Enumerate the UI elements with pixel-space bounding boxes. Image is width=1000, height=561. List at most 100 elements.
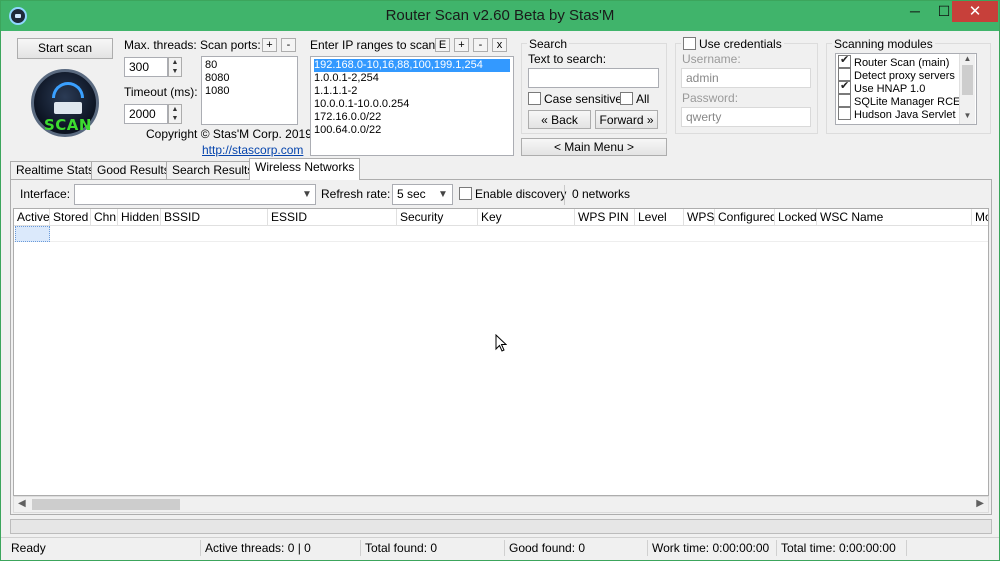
search-input[interactable]	[528, 68, 659, 88]
checkbox-checked-icon[interactable]	[838, 80, 851, 94]
scan-logo: SCAN	[31, 69, 99, 137]
column-header-essid[interactable]: ESSID	[268, 209, 397, 226]
column-header-wps-pin[interactable]: WPS PIN	[575, 209, 635, 226]
list-item[interactable]: 192.168.0-10,16,88,100,199.1,254	[314, 59, 510, 72]
clear-ranges-button[interactable]: x	[492, 38, 507, 52]
mouse-cursor-icon	[495, 334, 507, 352]
forward-button[interactable]: Forward »	[595, 110, 658, 129]
scroll-up-icon[interactable]: ▲	[960, 54, 975, 63]
password-label: Password:	[682, 91, 739, 105]
column-header-active[interactable]: Active	[14, 209, 50, 226]
module-item[interactable]: Hudson Java Servlet	[838, 107, 974, 121]
timeout-input[interactable]: 2000	[124, 104, 168, 124]
checkbox-icon[interactable]	[838, 107, 851, 120]
tab-wireless-networks[interactable]: Wireless Networks	[249, 158, 361, 180]
table-row[interactable]	[14, 226, 988, 242]
list-item[interactable]: 80	[205, 59, 294, 72]
up-arrow-icon[interactable]: ▲	[169, 58, 181, 67]
down-arrow-icon[interactable]: ▼	[169, 67, 181, 76]
enable-discovery-checkbox[interactable]: Enable discovery	[459, 187, 566, 201]
checkbox-checked-icon[interactable]	[838, 54, 851, 68]
scroll-left-icon[interactable]: ◀	[18, 498, 26, 509]
case-sensitive-checkbox[interactable]: Case sensitive	[528, 92, 622, 106]
minimize-button[interactable]: ─	[901, 1, 929, 22]
chevron-down-icon[interactable]: ▼	[302, 189, 312, 200]
status-good-found: Good found: 0	[505, 540, 648, 556]
chevron-down-icon[interactable]: ▼	[438, 189, 448, 200]
column-header-bssid[interactable]: BSSID	[161, 209, 268, 226]
copyright-text: Copyright © Stas'M Corp. 2019	[146, 127, 312, 141]
search-all-checkbox[interactable]: All	[620, 92, 649, 106]
selected-cell[interactable]	[15, 226, 50, 242]
module-item[interactable]: Use HNAP 1.0	[838, 80, 974, 95]
modules-scrollbar[interactable]: ▲ ▼	[959, 54, 975, 124]
checkbox-icon[interactable]	[528, 92, 541, 105]
remove-range-button[interactable]: -	[473, 38, 488, 52]
checkbox-icon[interactable]	[683, 37, 696, 50]
window-title: Router Scan v2.60 Beta by Stas'M	[385, 7, 615, 24]
modules-list[interactable]: Router Scan (main) Detect proxy servers …	[835, 53, 977, 125]
column-header-wps[interactable]: WPS	[684, 209, 715, 226]
tab-search-results[interactable]: Search Results	[166, 161, 260, 179]
username-field[interactable]: admin	[681, 68, 811, 88]
list-item[interactable]: 172.16.0.0/22	[314, 111, 510, 124]
main-menu-button[interactable]: < Main Menu >	[521, 138, 667, 156]
list-item[interactable]: 8080	[205, 72, 294, 85]
column-header-security[interactable]: Security	[397, 209, 478, 226]
column-header-locked[interactable]: Locked	[775, 209, 817, 226]
back-button[interactable]: « Back	[528, 110, 591, 129]
column-header-level[interactable]: Level	[635, 209, 684, 226]
modules-group-title: Scanning modules	[832, 37, 935, 51]
tab-realtime-stats[interactable]: Realtime Stats	[10, 161, 101, 179]
scroll-right-icon[interactable]: ▶	[976, 498, 984, 509]
max-threads-spinner[interactable]: ▲ ▼	[168, 57, 182, 77]
ports-list[interactable]: 80 8080 1080	[201, 56, 298, 125]
checkbox-icon[interactable]	[459, 187, 472, 200]
timeout-spinner[interactable]: ▲ ▼	[168, 104, 182, 124]
status-total-found: Total found: 0	[361, 540, 505, 556]
website-link[interactable]: http://stascorp.com	[202, 143, 303, 157]
horizontal-scrollbar[interactable]: ◀ ▶	[13, 496, 989, 513]
ip-ranges-list[interactable]: 192.168.0-10,16,88,100,199.1,254 1.0.0.1…	[310, 56, 514, 156]
tab-good-results[interactable]: Good Results	[91, 161, 176, 179]
refresh-rate-label: Refresh rate:	[321, 187, 391, 201]
list-item[interactable]: 1.1.1.1-2	[314, 85, 510, 98]
add-range-button[interactable]: +	[454, 38, 469, 52]
status-total-time: Total time: 0:00:00:00	[777, 540, 907, 556]
case-sensitive-label: Case sensitive	[544, 92, 623, 106]
module-item[interactable]: Detect proxy servers	[838, 68, 974, 82]
interface-select[interactable]	[74, 184, 316, 205]
list-item[interactable]: 100.64.0.0/22	[314, 124, 510, 137]
list-item[interactable]: 10.0.0.1-10.0.0.254	[314, 98, 510, 111]
module-item[interactable]: Router Scan (main)	[838, 54, 974, 69]
start-scan-button[interactable]: Start scan	[17, 38, 113, 59]
module-item[interactable]: SQLite Manager RCE	[838, 94, 974, 108]
status-active-threads: Active threads: 0 | 0	[201, 540, 361, 556]
use-credentials-label: Use credentials	[699, 37, 782, 51]
remove-port-button[interactable]: -	[281, 38, 296, 52]
scroll-thumb[interactable]	[962, 65, 973, 95]
up-arrow-icon[interactable]: ▲	[169, 105, 181, 114]
column-header-wsc-name[interactable]: WSC Name	[817, 209, 972, 226]
list-item[interactable]: 1.0.0.1-2,254	[314, 72, 510, 85]
edit-range-button[interactable]: E	[435, 38, 450, 52]
scroll-thumb[interactable]	[32, 499, 180, 510]
checkbox-icon[interactable]	[838, 94, 851, 107]
scroll-down-icon[interactable]: ▼	[960, 111, 975, 120]
column-header-stored[interactable]: Stored	[50, 209, 91, 226]
max-threads-label: Max. threads:	[124, 38, 197, 52]
list-item[interactable]: 1080	[205, 85, 294, 98]
add-port-button[interactable]: +	[262, 38, 277, 52]
close-button[interactable]: ✕	[952, 1, 998, 22]
column-header-configured[interactable]: Configured	[715, 209, 775, 226]
column-header-chn[interactable]: Chn	[91, 209, 118, 226]
column-header-key[interactable]: Key	[478, 209, 575, 226]
password-field[interactable]: qwerty	[681, 107, 811, 127]
max-threads-input[interactable]: 300	[124, 57, 168, 77]
checkbox-icon[interactable]	[620, 92, 633, 105]
down-arrow-icon[interactable]: ▼	[169, 114, 181, 123]
use-credentials-checkbox[interactable]: Use credentials	[681, 37, 784, 51]
column-header-hidden[interactable]: Hidden	[118, 209, 161, 226]
status-work-time: Work time: 0:00:00:00	[648, 540, 777, 556]
column-header-mo[interactable]: Mo	[972, 209, 988, 226]
